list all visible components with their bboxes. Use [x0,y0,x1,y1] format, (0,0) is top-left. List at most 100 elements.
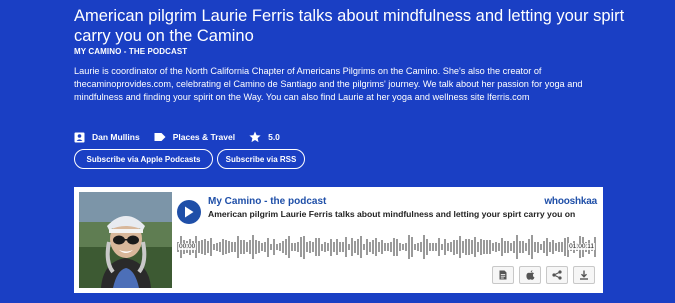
waveform-bar [339,242,341,252]
play-icon [185,206,194,218]
waveform-bar [264,242,266,252]
waveform-bar [462,241,464,253]
waveform-bar [309,241,311,253]
waveform-bar [477,241,479,253]
waveform-bar [480,239,482,255]
waveform-bar [546,238,548,256]
waveform-bar [489,239,491,255]
waveform-bar [357,239,359,255]
play-button[interactable] [177,200,201,224]
waveform-bar [267,237,269,257]
waveform-bar [405,242,407,252]
waveform-bar [222,239,224,255]
waveform-bar [426,239,428,255]
waveform-bar [552,240,554,254]
waveform-bar [549,242,551,252]
apple-podcasts-button[interactable] [519,266,541,284]
waveform-bar [558,242,560,252]
waveform-bar [561,241,563,253]
waveform-bar [294,242,296,252]
current-time: 00:00 [178,243,197,250]
waveform-bar [198,240,200,254]
subscribe-rss-button[interactable]: Subscribe via RSS [217,149,305,169]
player-episode-title: American pilgrim Laurie Ferris talks abo… [208,209,576,219]
waveform-bar [351,237,353,257]
share-button[interactable] [546,266,568,284]
waveform-bar [486,239,488,255]
transcript-button[interactable] [492,266,514,284]
tag-icon [154,133,166,141]
waveform-bar [243,240,245,254]
waveform-bar [372,240,374,254]
rating-value: 5.0 [268,132,280,142]
waveform-bar [555,243,557,251]
waveform-bar [240,239,242,255]
waveform-bar [276,243,278,251]
waveform-bar [204,239,206,255]
waveform-bar [507,240,509,254]
waveform-bar [459,236,461,258]
share-icon [552,270,562,280]
waveform-bar [291,242,293,252]
waveform-bar [453,239,455,255]
player-actions [487,266,595,284]
waveform-bar [414,243,416,251]
podcast-name[interactable]: MY CAMINO - THE PODCAST [74,47,187,56]
author-name: Dan Mullins [92,132,140,142]
waveform-bar [402,243,404,251]
waveform-bar [519,240,521,254]
waveform-bar [516,235,518,259]
waveform-bar [330,238,332,256]
waveform-bar [213,243,215,251]
waveform-bar [210,238,212,256]
subscribe-apple-podcasts-button[interactable]: Subscribe via Apple Podcasts [74,149,213,169]
waveform-bar [255,240,257,254]
waveform-bar [531,234,533,260]
episode-cover-image [79,192,172,288]
podcast-player: My Camino - the podcast American pilgrim… [74,187,603,293]
waveform-bar [513,240,515,254]
waveform-bar [438,238,440,256]
waveform-bar [534,241,536,253]
waveform-bar [231,241,233,253]
waveform-bar [564,237,566,257]
waveform-bar [378,242,380,252]
waveform-bar [444,239,446,255]
waveform-bar [333,242,335,252]
waveform-bar [297,242,299,252]
waveform-bar [447,243,449,251]
waveform-bar [429,242,431,252]
waveform-bar [288,236,290,258]
audio-waveform-scrubber[interactable] [177,233,596,261]
waveform-bar [246,241,248,253]
waveform-bar [390,242,392,252]
waveform-bar [510,242,512,252]
waveform-bar [237,235,239,259]
waveform-bar [300,237,302,257]
waveform-bar [393,238,395,256]
waveform-bar [537,241,539,253]
rating-meta: 5.0 [249,131,280,143]
waveform-bar [279,243,281,251]
waveform-bar [324,242,326,252]
star-icon [249,131,261,143]
waveform-bar [528,239,530,255]
category-name: Places & Travel [172,132,236,142]
waveform-bar [396,238,398,256]
waveform-bar [252,234,254,260]
download-button[interactable] [573,266,595,284]
whooshkaa-logo[interactable]: whooshkaa [544,196,597,207]
waveform-bar [342,241,344,253]
document-icon [499,270,507,280]
waveform-bar [207,240,209,254]
episode-description: Laurie is coordinator of the North Calif… [74,66,583,103]
player-podcast-title: My Camino - the podcast [208,196,327,207]
waveform-bar [411,237,413,257]
waveform-bar [366,238,368,256]
waveform-bar [420,242,422,252]
waveform-bar [336,239,338,255]
episode-meta: Dan Mullins Places & Travel 5.0 [74,130,294,144]
waveform-bar [543,240,545,254]
waveform-bar [201,240,203,254]
waveform-bar [450,241,452,253]
